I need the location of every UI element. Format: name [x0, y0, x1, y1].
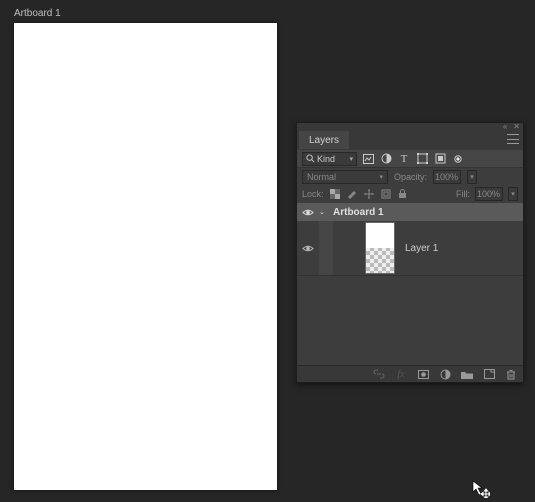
disclosure-toggle[interactable]: ⌄ — [319, 208, 329, 216]
chevron-down-icon: ▾ — [379, 173, 383, 181]
artboard-name: Artboard 1 — [333, 207, 384, 218]
lock-transparency-icon[interactable] — [329, 188, 341, 200]
fill-chevron[interactable]: ▾ — [508, 187, 518, 201]
layer-thumbnail[interactable] — [365, 222, 395, 274]
opacity-chevron[interactable]: ▾ — [467, 170, 477, 184]
lock-all-icon[interactable] — [397, 188, 409, 200]
filter-kind-label: Kind — [317, 154, 335, 164]
filter-adjustment-icon[interactable] — [379, 152, 393, 166]
new-layer-icon[interactable] — [483, 368, 495, 380]
filter-row: Kind ▾ T — [297, 149, 523, 167]
layer-mask-icon[interactable] — [417, 368, 429, 380]
layers-footer: fx — [297, 365, 523, 382]
opacity-label: Opacity: — [394, 172, 427, 182]
link-layers-icon[interactable] — [373, 368, 385, 380]
lock-pixels-icon[interactable] — [346, 188, 358, 200]
adjustment-layer-icon[interactable] — [439, 368, 451, 380]
eye-icon — [302, 244, 314, 253]
move-cursor-icon — [472, 480, 490, 498]
visibility-toggle[interactable] — [301, 244, 315, 253]
artboard-row[interactable]: ⌄ Artboard 1 — [297, 203, 523, 221]
lock-position-icon[interactable] — [363, 188, 375, 200]
artboard-canvas[interactable] — [14, 23, 277, 490]
fill-label: Fill: — [456, 189, 470, 199]
group-icon[interactable] — [461, 368, 473, 380]
filter-kind-select[interactable]: Kind ▾ — [302, 152, 357, 166]
lock-artboard-icon[interactable] — [380, 188, 392, 200]
nesting-gutter — [319, 221, 333, 275]
visibility-toggle[interactable] — [301, 208, 315, 217]
panel-tabbar: Layers — [297, 131, 523, 149]
blend-mode-value: Normal — [307, 172, 336, 182]
layer-name: Layer 1 — [405, 243, 438, 254]
blend-mode-select[interactable]: Normal ▾ — [302, 170, 388, 184]
chevron-down-icon: ▾ — [349, 155, 353, 163]
fill-field[interactable]: 100% — [475, 187, 503, 201]
filter-shape-icon[interactable] — [415, 152, 429, 166]
panel-menu-icon[interactable] — [507, 134, 519, 144]
filter-pixel-icon[interactable] — [361, 152, 375, 166]
collapse-icon[interactable]: « — [503, 123, 507, 131]
layer-tree: ⌄ Artboard 1 Layer 1 — [297, 203, 523, 365]
filter-toggle-icon[interactable] — [451, 152, 465, 166]
lock-row: Lock: Fill: 100% ▾ — [297, 185, 523, 203]
filter-smartobject-icon[interactable] — [433, 152, 447, 166]
layer-style-icon[interactable]: fx — [395, 368, 407, 380]
artboard-label: Artboard 1 — [14, 8, 61, 19]
layers-panel: « ✕ Layers Kind ▾ T Norma — [296, 122, 524, 383]
search-icon — [306, 154, 315, 163]
close-icon[interactable]: ✕ — [513, 123, 520, 131]
layer-row[interactable]: Layer 1 — [297, 221, 523, 276]
blend-row: Normal ▾ Opacity: 100% ▾ — [297, 167, 523, 185]
layers-tab[interactable]: Layers — [299, 131, 349, 149]
panel-titlebar[interactable]: « ✕ — [297, 123, 523, 131]
lock-label: Lock: — [302, 189, 324, 199]
delete-layer-icon[interactable] — [505, 368, 517, 380]
opacity-field[interactable]: 100% — [433, 170, 461, 184]
eye-icon — [302, 208, 314, 217]
filter-type-icon[interactable]: T — [397, 152, 411, 166]
